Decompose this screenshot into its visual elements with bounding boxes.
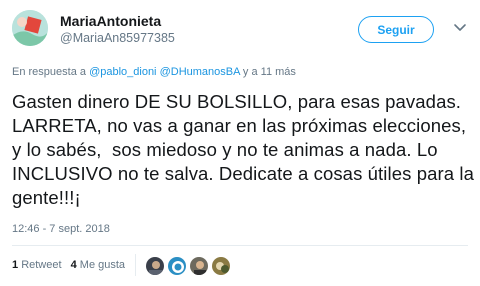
liker-avatar[interactable] — [211, 256, 231, 276]
tweet-text: Gasten dinero DE SU BOLSILLO, para esas … — [12, 91, 480, 208]
tweet-timestamp[interactable]: 12:46 - 7 sept. 2018 — [12, 223, 110, 235]
reply-suffix[interactable]: y a 11 más — [243, 66, 296, 78]
reply-prefix: En respuesta a — [12, 66, 86, 78]
user-display-name[interactable]: MariaAntonieta — [60, 13, 161, 29]
avatar[interactable] — [12, 10, 48, 46]
user-handle[interactable]: @MariaAn85977385 — [60, 31, 175, 45]
retweet-count: 1 — [12, 259, 19, 271]
divider — [12, 245, 468, 246]
liker-avatar[interactable] — [145, 256, 165, 276]
liker-avatar[interactable] — [167, 256, 187, 276]
mention-link-dhumanosba[interactable]: @DHumanosBA — [160, 66, 240, 78]
chevron-down-icon[interactable] — [453, 22, 467, 34]
liker-avatar[interactable] — [189, 256, 209, 276]
stats-separator — [135, 254, 136, 276]
like-label: Me gusta — [79, 259, 126, 271]
retweet-stat[interactable]: 1 Retweet — [12, 259, 65, 271]
tweet-card: MariaAntonieta @MariaAn85977385 Seguir E… — [0, 0, 480, 286]
like-stat[interactable]: 4 Me gusta — [71, 259, 125, 271]
mention-link-pablo-dioni[interactable]: @pablo_dioni — [89, 66, 156, 78]
follow-button[interactable]: Seguir — [358, 16, 434, 43]
like-count: 4 — [70, 259, 77, 271]
reply-context: En respuesta a @pablo_dioni @DHumanosBA … — [12, 66, 296, 78]
retweet-label: Retweet — [21, 259, 62, 271]
tweet-stats: 1 Retweet 4 Me gusta — [12, 259, 131, 271]
